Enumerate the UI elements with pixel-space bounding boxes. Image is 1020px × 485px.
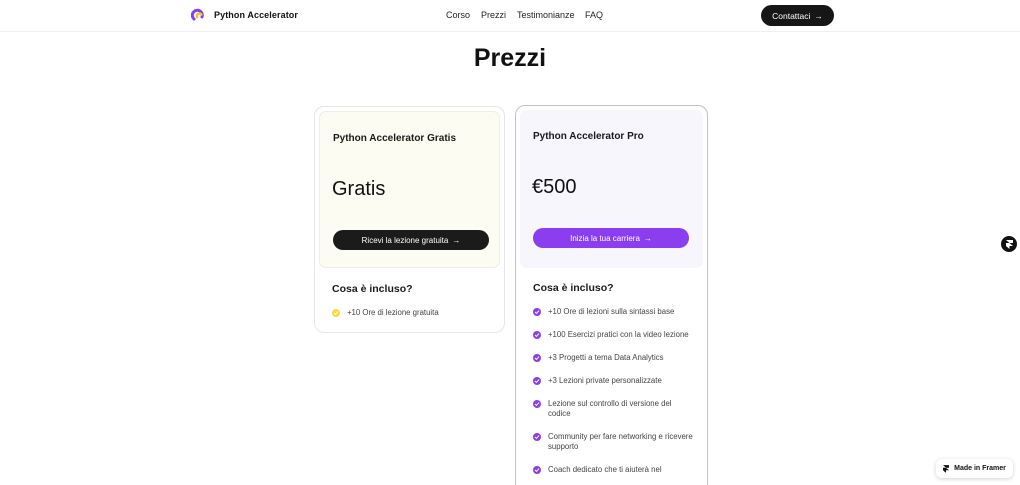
contact-button-label: Contattaci [772, 10, 811, 21]
feature-item: Community per fare networking e ricevere… [533, 432, 693, 452]
feature-text: +100 Esercizi pratici con la video lezio… [548, 330, 689, 339]
start-career-button-label: Inizia la tua carriera [570, 233, 640, 243]
feature-text: +3 Progetti a tema Data Analytics [548, 353, 664, 362]
page-title: Prezzi [473, 44, 547, 72]
python-accelerator-logo-icon [191, 8, 204, 21]
feature-text: +3 Lezioni private personalizzate [548, 376, 662, 385]
feature-item: +3 Progetti a tema Data Analytics [533, 353, 693, 363]
check-icon [533, 354, 541, 362]
feature-item: Lezione sul controllo di versione del co… [533, 399, 693, 419]
feature-list: +10 Ore di lezioni sulla sintassi base +… [533, 307, 693, 485]
feature-list: +10 Ore di lezione gratuita [332, 308, 492, 331]
feature-item: +10 Ore di lezioni sulla sintassi base [533, 307, 693, 317]
start-career-button[interactable]: Inizia la tua carriera → [533, 228, 689, 248]
framer-icon[interactable] [1001, 236, 1017, 252]
arrow-right-icon: → [452, 235, 461, 245]
pricing-card-pro: Python Accelerator Pro €500 Inizia la tu… [515, 105, 708, 485]
feature-text: Community per fare networking e ricevere… [548, 432, 693, 451]
made-in-framer-label: Made in Framer [954, 465, 1006, 472]
free-lesson-button-label: Ricevi la lezione gratuita [361, 235, 449, 245]
check-icon [533, 466, 541, 474]
nav-link-faq[interactable]: FAQ [585, 10, 603, 20]
check-icon [533, 308, 541, 316]
feature-text: +10 Ore di lezione gratuita [347, 308, 439, 317]
included-heading: Cosa è incluso? [332, 283, 413, 295]
pricing-card-free: Python Accelerator Gratis Gratis Ricevi … [314, 106, 505, 333]
plan-name: Python Accelerator Gratis [333, 133, 457, 144]
feature-item: +100 Esercizi pratici con la video lezio… [533, 330, 693, 340]
brand-name: Python Accelerator [214, 10, 298, 20]
plan-price: €500 [532, 176, 577, 198]
arrow-right-icon: → [643, 233, 652, 243]
pricing-card-header: Python Accelerator Pro €500 Inizia la tu… [520, 110, 703, 268]
check-icon [533, 331, 541, 339]
framer-icon [943, 464, 950, 473]
brand-logo[interactable]: Python Accelerator [191, 8, 298, 22]
nav-link-testimonianze[interactable]: Testimonianze [517, 10, 575, 20]
feature-text: Coach dedicato che ti aiuterà nel [548, 465, 662, 474]
free-lesson-button[interactable]: Ricevi la lezione gratuita → [333, 230, 489, 250]
plan-price: Gratis [332, 178, 386, 200]
feature-text: +10 Ore di lezioni sulla sintassi base [548, 307, 675, 316]
made-in-framer-badge[interactable]: Made in Framer [936, 459, 1013, 478]
check-icon [332, 309, 340, 317]
feature-item: +10 Ore di lezione gratuita [332, 308, 492, 318]
feature-item: +3 Lezioni private personalizzate [533, 376, 693, 386]
contact-button[interactable]: Contattaci → [761, 5, 834, 26]
feature-item: Coach dedicato che ti aiuterà nel [533, 465, 693, 475]
top-navbar: Python Accelerator Corso Prezzi Testimon… [0, 0, 1020, 32]
included-heading: Cosa è incluso? [533, 282, 614, 294]
arrow-right-icon: → [814, 10, 823, 21]
check-icon [533, 433, 541, 441]
check-icon [533, 400, 541, 408]
feature-text: Lezione sul controllo di versione del co… [548, 399, 672, 418]
pricing-card-header: Python Accelerator Gratis Gratis Ricevi … [319, 111, 500, 268]
plan-name: Python Accelerator Pro [533, 131, 644, 142]
nav-link-corso[interactable]: Corso [446, 10, 470, 20]
nav-link-prezzi[interactable]: Prezzi [481, 10, 506, 20]
check-icon [533, 377, 541, 385]
